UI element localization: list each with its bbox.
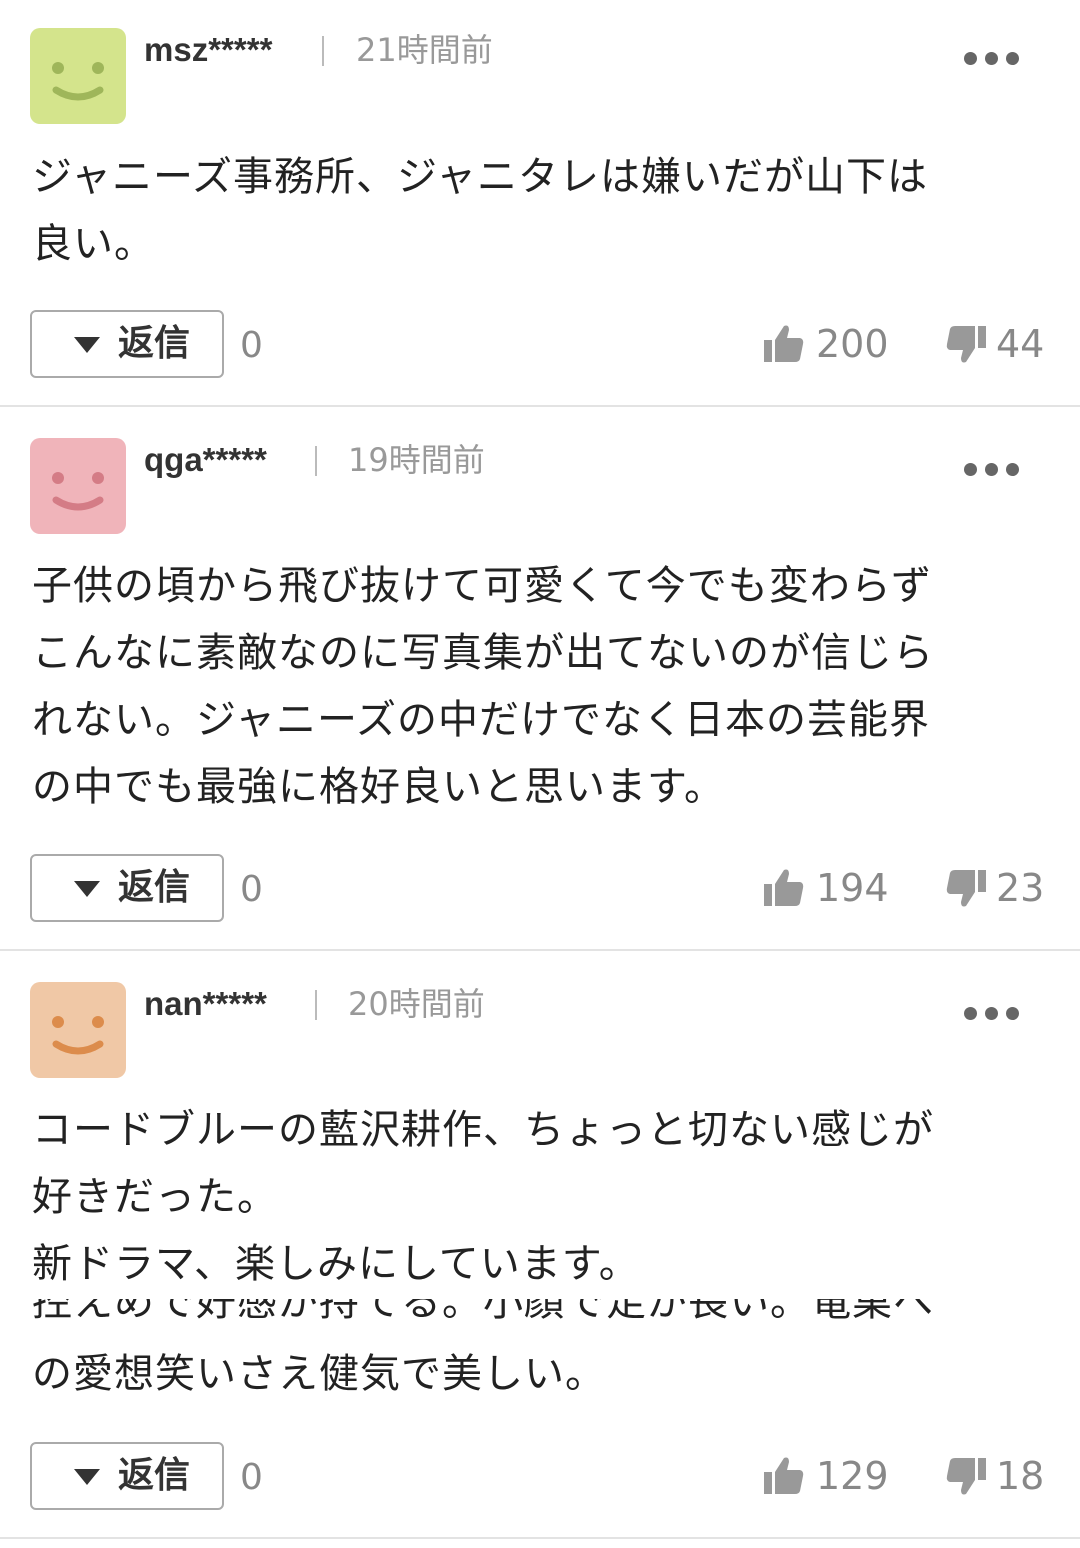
dislike-count: 18: [996, 1454, 1045, 1498]
thumbs-up-icon: [764, 1457, 804, 1494]
comment-item: msz***** 21時間前 ジャニーズ事務所、ジャニタレは嫌いだが山下は 良い…: [0, 0, 1080, 406]
like-count: 129: [816, 1454, 889, 1498]
like-button[interactable]: 129: [762, 1454, 892, 1498]
comment-item: qga***** 19時間前 子供の頃から飛び抜けて可愛くて今でも変わらず こん…: [0, 407, 1080, 949]
thumbs-down-icon: [946, 326, 986, 363]
reply-count: 0: [240, 1457, 263, 1498]
reply-button-label: 返信: [118, 1455, 191, 1496]
comment-text-continued: の愛想笑いさえ健気で美しい。: [32, 1341, 1032, 1408]
comment-text-line: の愛想笑いさえ健気で美しい。: [32, 1351, 606, 1397]
like-count: 194: [816, 866, 889, 910]
more-options-icon[interactable]: [962, 48, 1026, 68]
separator: [315, 990, 317, 1020]
comment-item: nan***** 20時間前 コードブルーの藍沢耕作、ちょっと切ない感じが 好き…: [0, 951, 1080, 1537]
separator: [315, 446, 317, 476]
dislike-button[interactable]: 23: [944, 866, 1054, 910]
thumbs-down-icon: [946, 1458, 986, 1495]
dislike-count: 44: [996, 322, 1045, 366]
timestamp: 19時間前: [348, 441, 485, 479]
avatar[interactable]: [30, 982, 126, 1078]
comment-text: 子供の頃から飛び抜けて可愛くて今でも変わらず こんなに素敵なのに写真集が出てない…: [32, 553, 1032, 821]
dislike-button[interactable]: 18: [944, 1454, 1054, 1498]
like-button[interactable]: 194: [762, 866, 892, 910]
dislike-count: 23: [996, 866, 1045, 910]
separator: [322, 36, 324, 66]
smiley-avatar-icon: [52, 472, 104, 511]
comment-text-line: 新ドラマ、楽しみにしています。: [32, 1241, 640, 1287]
comment-text-line: 好きだった。: [32, 1174, 278, 1220]
thumbs-up-icon: [764, 869, 804, 906]
comment-text-line: 良い。: [32, 221, 155, 267]
comment-text-line: れない。ジャニーズの中だけでなく日本の芸能界: [32, 697, 930, 743]
username[interactable]: nan*****: [144, 984, 267, 1024]
comment-text: コードブルーの藍沢耕作、ちょっと切ない感じが 好きだった。 新ドラマ、楽しみにし…: [32, 1097, 1032, 1298]
comment-text-line: の中でも最強に格好良いと思います。: [32, 764, 725, 810]
timestamp: 20時間前: [348, 985, 485, 1023]
reply-button[interactable]: 返信: [30, 854, 224, 922]
comment-text-overlap: 控えめで好感が持てる。小顔で足が長い。竜巣へ: [32, 1299, 1032, 1327]
thumbs-up-icon: [764, 325, 804, 362]
more-options-icon[interactable]: [962, 1003, 1026, 1023]
like-count: 200: [816, 322, 889, 366]
avatar[interactable]: [30, 438, 126, 534]
comment-text-line: コードブルーの藍沢耕作、ちょっと切ない感じが: [32, 1107, 934, 1153]
smiley-avatar-icon: [52, 1016, 104, 1055]
reply-count: 0: [240, 325, 263, 366]
more-options-icon[interactable]: [962, 459, 1026, 479]
reply-button[interactable]: 返信: [30, 1442, 224, 1510]
reply-button-label: 返信: [118, 323, 191, 364]
like-button[interactable]: 200: [762, 322, 892, 366]
comment-text-line: ジャニーズ事務所、ジャニタレは嫌いだが山下は: [32, 154, 928, 200]
clipped-text-region: 控えめで好感が持てる。小顔で足が長い。竜巣へ: [0, 1299, 1080, 1327]
comment-text-line: こんなに素敵なのに写真集が出てないのが信じら: [32, 630, 934, 676]
thumbs-down-icon: [946, 870, 986, 907]
reply-button-label: 返信: [118, 867, 191, 908]
reply-count: 0: [240, 869, 263, 910]
triangle-down-icon: [74, 881, 100, 897]
divider: [0, 1537, 1080, 1539]
reply-button[interactable]: 返信: [30, 310, 224, 378]
avatar[interactable]: [30, 28, 126, 124]
timestamp: 21時間前: [356, 31, 493, 69]
username[interactable]: msz*****: [144, 30, 272, 70]
triangle-down-icon: [74, 1469, 100, 1485]
username[interactable]: qga*****: [144, 440, 267, 480]
dislike-button[interactable]: 44: [944, 322, 1054, 366]
comment-text-line: 子供の頃から飛び抜けて可愛くて今でも変わらず: [32, 563, 932, 609]
comment-text: ジャニーズ事務所、ジャニタレは嫌いだが山下は 良い。: [32, 144, 1032, 278]
smiley-avatar-icon: [52, 62, 104, 101]
triangle-down-icon: [74, 337, 100, 353]
comment-text-line: 控えめで好感が持てる。小顔で足が長い。竜巣へ: [32, 1299, 934, 1325]
